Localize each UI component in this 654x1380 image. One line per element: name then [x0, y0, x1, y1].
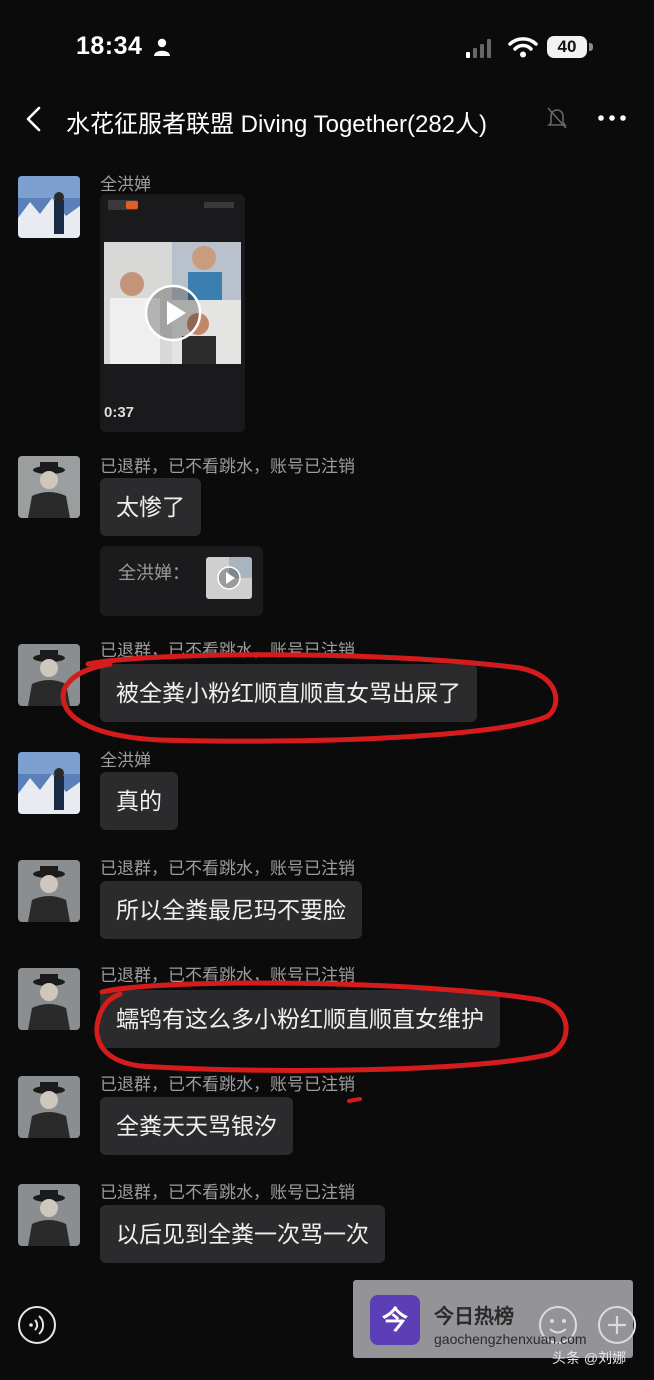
avatar[interactable]	[18, 860, 80, 922]
back-arrow-icon[interactable]	[22, 104, 46, 134]
sender-name: 已退群，已不看跳水，账号已注销	[100, 641, 355, 660]
avatar[interactable]	[18, 456, 80, 518]
wifi-icon	[508, 37, 538, 58]
watermark-logo: 今	[370, 1295, 420, 1345]
message-bubble[interactable]: 以后见到全粪一次骂一次	[100, 1205, 385, 1263]
message-bubble[interactable]: 真的	[100, 772, 178, 830]
message-bubble[interactable]: 太惨了	[100, 478, 201, 536]
more-options-icon[interactable]	[596, 106, 628, 130]
message-bubble[interactable]: 所以全粪最尼玛不要脸	[100, 881, 362, 939]
video-duration: 0:37	[104, 404, 135, 421]
avatar[interactable]	[18, 1184, 80, 1246]
sender-name: 全洪婵	[100, 751, 151, 770]
play-icon[interactable]	[142, 282, 204, 344]
red-mark	[347, 1097, 362, 1103]
source-credit: 头条 @刘娜	[552, 1350, 627, 1366]
voice-input-icon[interactable]	[17, 1305, 57, 1345]
avatar[interactable]	[18, 752, 80, 814]
watermark-title: 今日热榜	[434, 1306, 514, 1328]
sender-name: 已退群，已不看跳水，账号已注销	[100, 457, 355, 476]
cellular-signal-icon	[466, 39, 491, 58]
avatar[interactable]	[18, 644, 80, 706]
quoted-sender: 全洪婵：	[118, 563, 190, 583]
sender-name: 全洪婵	[100, 175, 151, 194]
sender-name: 已退群，已不看跳水，账号已注销	[100, 966, 355, 985]
message-bubble[interactable]: 蠕鸨有这么多小粉红顺直顺直女维护	[100, 990, 500, 1048]
sender-name: 已退群，已不看跳水，账号已注销	[100, 1075, 355, 1094]
message-bubble[interactable]: 全粪天天骂银汐	[100, 1097, 293, 1155]
mute-bell-icon	[547, 107, 567, 129]
watermark-url: gaochengzhenxuan.com	[434, 1331, 587, 1347]
battery-indicator: 40	[547, 36, 587, 58]
sender-name: 已退群，已不看跳水，账号已注销	[100, 859, 355, 878]
status-time: 18:34	[76, 32, 143, 60]
message-bubble[interactable]: 被全粪小粉红顺直顺直女骂出屎了	[100, 664, 477, 722]
person-icon	[154, 38, 170, 56]
chat-title[interactable]: 水花征服者联盟 Diving Together(282人)	[66, 104, 487, 139]
avatar[interactable]	[18, 968, 80, 1030]
avatar[interactable]	[18, 176, 80, 238]
avatar[interactable]	[18, 1076, 80, 1138]
watermark-logo-glyph: 今	[381, 1305, 408, 1335]
battery-tip	[589, 43, 593, 51]
quoted-video-thumbnail[interactable]	[206, 557, 252, 599]
status-bar: 18:34 40	[0, 0, 654, 96]
chat-header: 水花征服者联盟 Diving Together(282人)	[0, 96, 654, 144]
sender-name: 已退群，已不看跳水，账号已注销	[100, 1183, 355, 1202]
